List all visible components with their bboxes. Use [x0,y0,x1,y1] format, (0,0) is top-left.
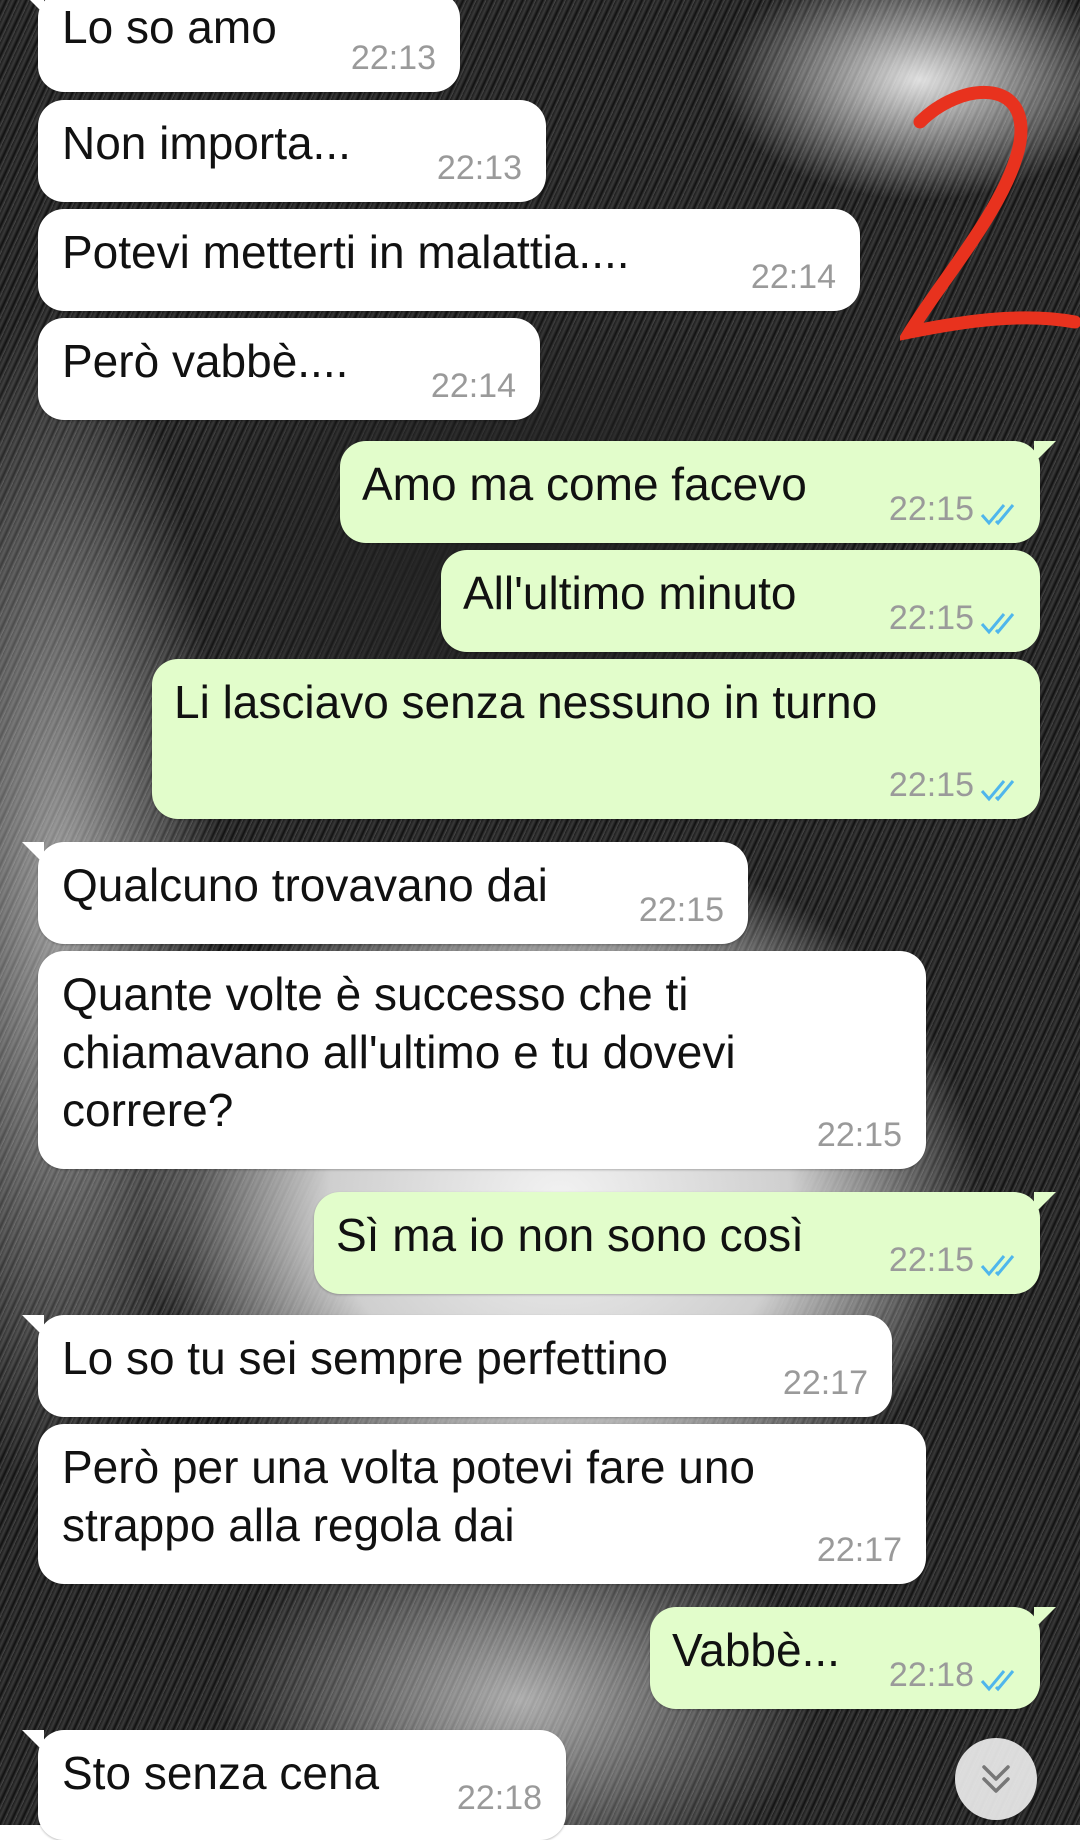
message-bubble-incoming[interactable]: Lo so amo 22:13 [22,0,460,92]
message-timestamp: 22:13 [350,39,436,77]
message-timestamp: 22:15 [888,1241,974,1279]
message-text: Qualcuno trovavano dai [62,859,548,911]
message-text: Però vabbè.... [62,335,349,387]
message-text: Sì ma io non sono così [336,1209,804,1261]
message-text: Li lasciavo senza nessuno in turno [174,676,878,728]
message-bubble-incoming[interactable]: Però per una volta potevi fare uno strap… [38,1424,926,1584]
message-bubble-incoming[interactable]: Quante volte è successo che ti chiamavan… [38,951,926,1169]
message-text: Non importa... [62,117,351,169]
message-timestamp: 22:18 [888,1656,974,1694]
message-text: Amo ma come facevo [362,458,807,510]
red-annotation-scribble [900,86,1080,341]
message-text: All'ultimo minuto [463,567,797,619]
double-check-icon [980,504,1015,526]
message-bubble-outgoing[interactable]: Sì ma io non sono così 22:15 [314,1192,1056,1294]
message-text: Potevi metterti in malattia.... [62,226,630,278]
message-bubble-outgoing[interactable]: All'ultimo minuto 22:15 [441,550,1040,652]
message-bubble-incoming[interactable]: Lo so tu sei sempre perfettino 22:17 [22,1315,892,1417]
message-timestamp: 22:14 [750,258,836,296]
message-text: Quante volte è successo che ti chiamavan… [62,968,736,1136]
message-bubble-outgoing[interactable]: Li lasciavo senza nessuno in turno 22:15 [152,659,1040,819]
message-timestamp: 22:15 [888,766,974,804]
message-timestamp: 22:15 [638,891,724,929]
double-check-icon [980,1255,1015,1277]
message-bubble-incoming[interactable]: Potevi metterti in malattia.... 22:14 [38,209,860,311]
message-text: Però per una volta potevi fare uno strap… [62,1441,756,1551]
message-timestamp: 22:18 [456,1779,542,1817]
message-text: Lo so amo [62,1,277,53]
message-timestamp: 22:17 [782,1364,868,1402]
message-timestamp: 22:15 [816,1116,902,1154]
message-bubble-outgoing[interactable]: Vabbè... 22:18 [650,1607,1056,1709]
message-text: Lo so tu sei sempre perfettino [62,1332,668,1384]
message-bubble-incoming[interactable]: Però vabbè.... 22:14 [38,318,540,420]
double-check-icon [980,613,1015,635]
double-check-icon [980,1670,1015,1692]
message-bubble-incoming[interactable]: Qualcuno trovavano dai 22:15 [22,842,748,944]
message-timestamp: 22:15 [888,599,974,637]
message-timestamp: 22:13 [436,149,522,187]
message-timestamp: 22:17 [816,1531,902,1569]
scroll-to-bottom-button[interactable] [955,1738,1037,1820]
message-bubble-incoming[interactable]: Sto senza cena 22:18 [22,1730,566,1840]
double-check-icon [980,780,1015,802]
chevron-down-double-icon [982,1765,1010,1793]
message-timestamp: 22:14 [430,367,516,405]
message-bubble-incoming[interactable]: Non importa... 22:13 [38,100,546,202]
message-text: Vabbè... [672,1624,840,1676]
message-timestamp: 22:15 [888,490,974,528]
message-bubble-outgoing[interactable]: Amo ma come facevo 22:15 [340,441,1056,543]
message-text: Sto senza cena [62,1747,380,1799]
